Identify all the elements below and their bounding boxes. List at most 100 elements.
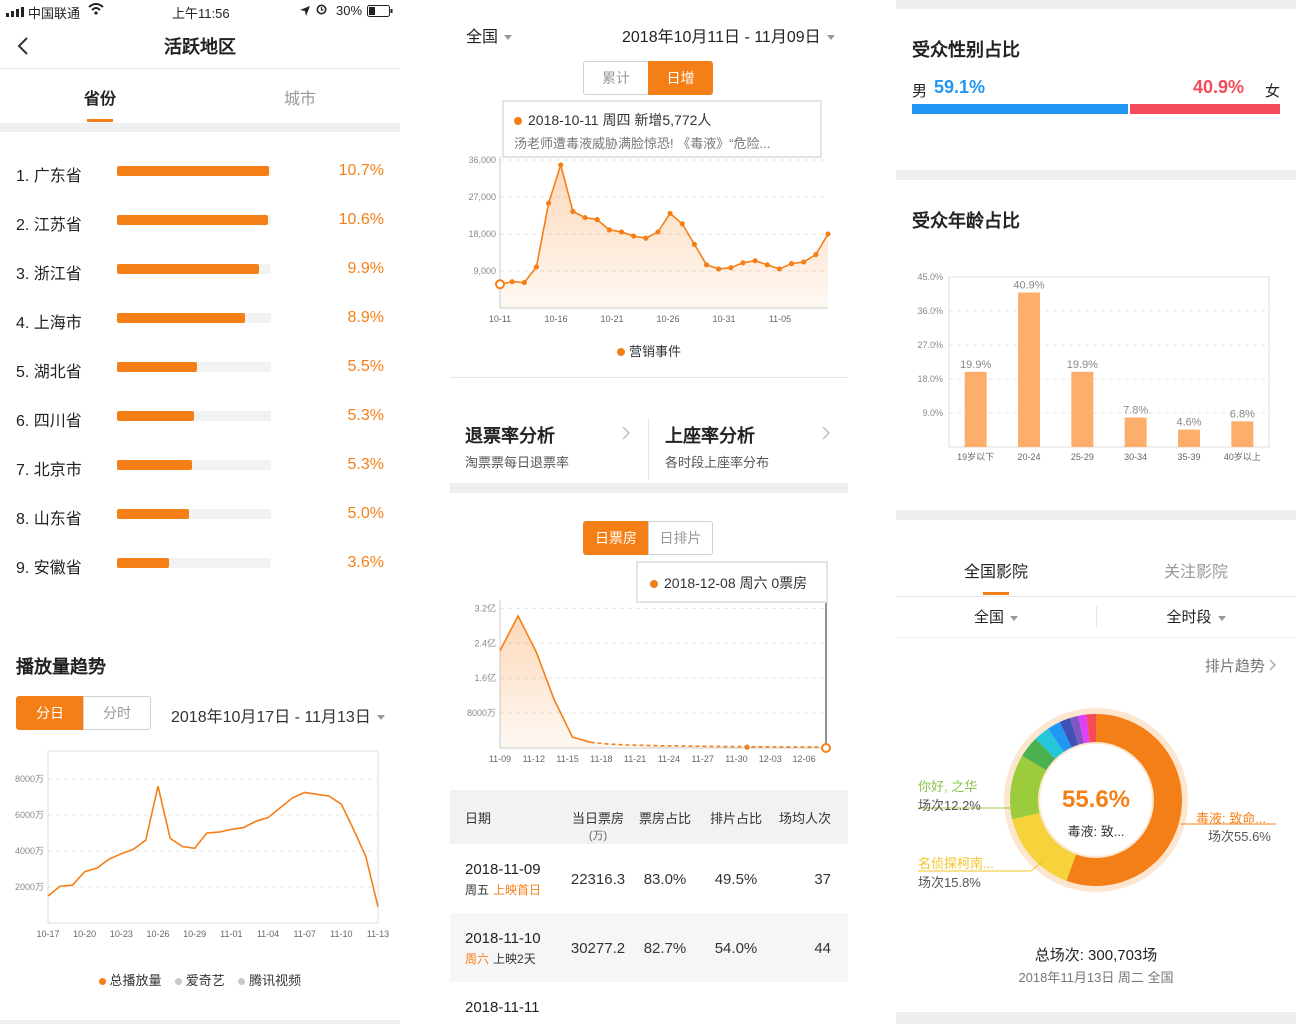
toggle-daily-screens-button[interactable]: 日排片: [648, 521, 713, 555]
data-point: [558, 162, 564, 168]
age-bar: [1178, 429, 1200, 447]
province-bar-track: [117, 558, 271, 568]
x-tick-label: 11-12: [523, 754, 545, 764]
x-tick-label: 11-15: [556, 754, 578, 764]
x-tick-label: 11-09: [489, 754, 511, 764]
chevron-right-icon: [1269, 658, 1276, 675]
data-point: [740, 260, 746, 266]
chevron-down-icon: [826, 35, 835, 41]
x-tick-label: 12-03: [759, 754, 782, 764]
x-tick-label: 10-11: [489, 314, 511, 324]
x-tick-label: 12-06: [792, 754, 815, 764]
play-trend-title: 播放量趋势: [16, 657, 106, 677]
plot-frame: [47, 750, 379, 924]
province-value: 10.6%: [338, 211, 384, 228]
province-name: 5. 湖北省: [16, 364, 82, 381]
series-area: [500, 615, 826, 748]
data-point: [570, 208, 576, 214]
province-value: 5.0%: [347, 505, 384, 522]
plot-frame: [948, 276, 1270, 448]
trend-panel: 全国 2018年10月11日 - 11月09日 累计 日增 9,000 18,00…: [450, 0, 848, 1024]
data-point: [703, 262, 710, 268]
region-select-label: 全国: [466, 29, 499, 46]
x-tick-label: 11-05: [769, 314, 791, 324]
schedule-trend-link[interactable]: 排片趋势: [1205, 655, 1276, 676]
row-date: 2018-11-09: [465, 861, 541, 878]
x-tick-label: 10-16: [544, 314, 567, 324]
x-tick-label: 10-29: [183, 929, 206, 939]
province-bar-fill: [117, 460, 193, 470]
daily-tooltip-line1: 2018-10-11 周四 新增5,772人: [528, 112, 712, 128]
age-bar-chart: 9.0% 18.0% 27.0% 36.0% 45.0% 19.9% 19岁以下 40.9% 2…: [917, 272, 1270, 462]
y-tick-label: 6000万: [15, 810, 44, 820]
gender-bar: [912, 104, 1280, 114]
x-tick-label: 11-18: [590, 754, 612, 764]
tooltip-dot: [650, 580, 658, 588]
cinema-time-select[interactable]: 全时段: [1096, 606, 1296, 627]
tab-province[interactable]: 省份: [60, 85, 140, 109]
x-tick-label: 10-23: [110, 929, 133, 939]
province-row: 8. 山东省 5.0%: [0, 499, 400, 529]
x-tick-label: 11-24: [658, 754, 680, 764]
y-tick-label: 9,000: [473, 266, 496, 276]
data-point: [776, 266, 783, 272]
legend-dot-iqiyi: [175, 978, 183, 985]
card-divider: [648, 418, 649, 480]
cinema-time-label: 全时段: [1166, 609, 1212, 626]
x-tick-label: 11-27: [691, 754, 713, 764]
daily-date-range-select[interactable]: 2018年10月11日 - 11月09日: [622, 23, 835, 47]
bar-value-label: 19.9%: [1067, 359, 1098, 371]
x-tick-label: 30-34: [1124, 452, 1147, 462]
donut-date: 2018年11月13日 周二 全国: [1018, 970, 1174, 985]
data-point: [643, 235, 649, 241]
tab-national-cinemas[interactable]: 全国影院: [936, 558, 1056, 582]
tab-city[interactable]: 城市: [260, 85, 340, 109]
toggle-daily-button[interactable]: 分日: [16, 696, 84, 730]
legend-iqiyi: 爱奇艺: [185, 973, 225, 988]
region-select[interactable]: 全国: [466, 23, 513, 47]
y-tick-label: 18,000: [468, 229, 496, 239]
toggle-daily-increase-button[interactable]: 日增: [648, 61, 713, 95]
refund-rate-card[interactable]: 退票率分析 淘票票每日退票率: [450, 410, 648, 472]
x-tick-label: 10-26: [656, 314, 679, 324]
label-movie-1-name: 你好, 之华: [918, 779, 978, 794]
row-weekday: 周六: [465, 952, 490, 966]
age-bar: [1018, 292, 1040, 447]
table-row: 2018-11-09 周五 上映首日 22316.3 83.0% 49.5% 37: [450, 844, 848, 913]
tab-followed-cinemas[interactable]: 关注影院: [1136, 558, 1256, 582]
province-bar-track: [117, 166, 271, 176]
col-screen-share: 排片占比: [709, 811, 762, 826]
legend-dot-tencent: [238, 978, 246, 985]
x-tick-label: 25-29: [1071, 452, 1094, 462]
province-bar-fill: [117, 362, 198, 372]
data-point: [655, 229, 661, 235]
bottom-divider: [0, 1020, 400, 1024]
province-name: 1. 广东省: [16, 168, 82, 185]
alarm-icon: [316, 3, 327, 18]
status-bar: 中国联通 上午11:56 30%: [0, 0, 400, 22]
location-icon: [300, 4, 310, 19]
wifi-icon: [88, 3, 104, 18]
female-value: 40.9%: [1192, 77, 1244, 97]
toggle-hourly-button[interactable]: 分时: [83, 696, 151, 730]
cinema-region-select[interactable]: 全国: [896, 606, 1096, 627]
age-bar: [1231, 421, 1254, 447]
nav-divider: [0, 68, 400, 69]
data-point: [606, 227, 612, 233]
toggle-daily-box-button[interactable]: 日票房: [583, 521, 649, 555]
data-point: [594, 217, 600, 223]
occupancy-rate-subtitle: 各时段上座率分布: [665, 455, 770, 470]
bottom-divider: [896, 1012, 1296, 1024]
play-date-range-select[interactable]: 2018年10月17日 - 11月13日: [171, 703, 385, 727]
toggle-cumulative-button[interactable]: 累计: [583, 61, 649, 95]
y-tick-label: 1.6亿: [474, 672, 496, 683]
province-value: 9.9%: [347, 260, 384, 277]
occupancy-rate-card[interactable]: 上座率分析 各时段上座率分布: [650, 410, 848, 472]
data-point: [764, 262, 770, 268]
occupancy-rate-title: 上座率分析: [665, 426, 755, 446]
x-tick-label: 35-39: [1177, 452, 1200, 462]
province-row: 3. 浙江省 9.9%: [0, 254, 400, 284]
province-value: 3.6%: [347, 554, 384, 571]
province-name: 4. 上海市: [16, 315, 82, 332]
x-tick-label: 11-21: [624, 754, 646, 764]
